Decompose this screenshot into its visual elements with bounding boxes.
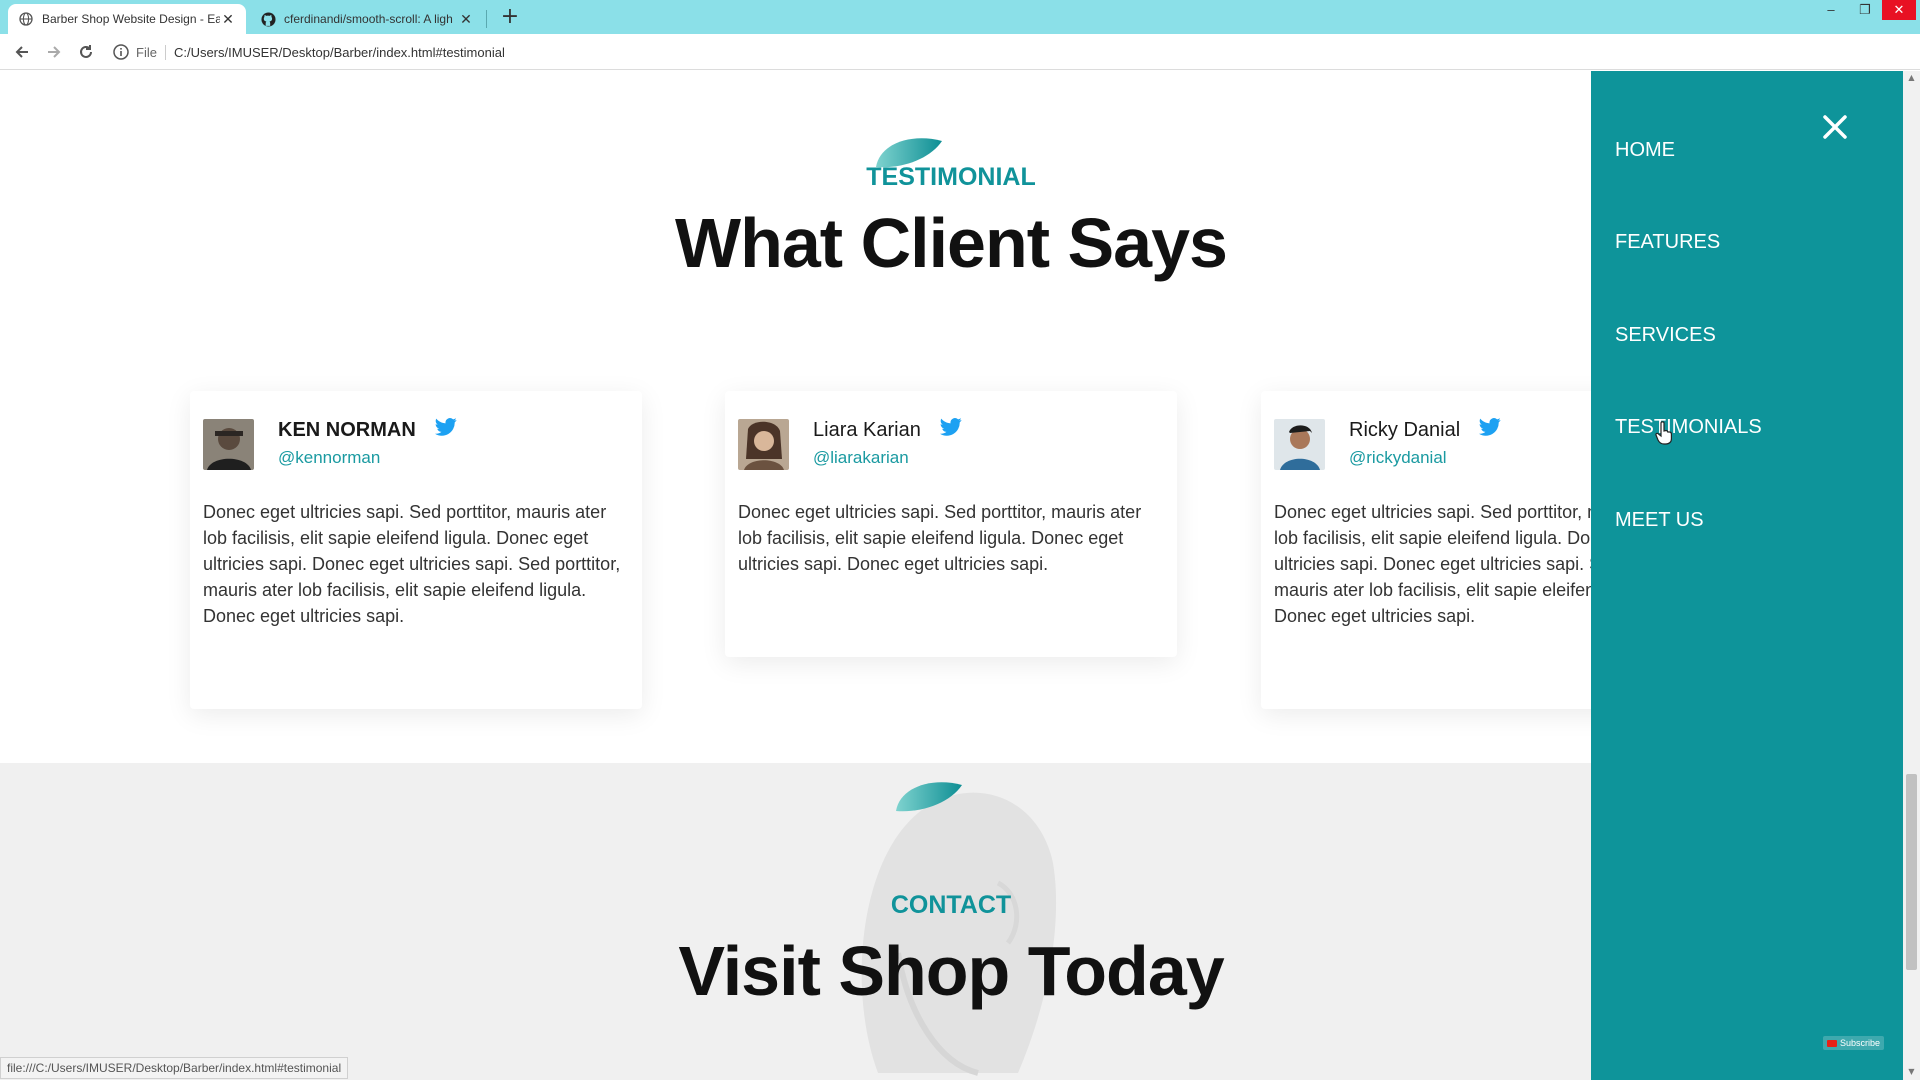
tab-separator xyxy=(486,10,487,28)
restore-button[interactable]: ❐ xyxy=(1848,0,1882,20)
twitter-icon[interactable] xyxy=(1479,417,1501,437)
testimonial-card: KEN NORMAN @kennorman Donec eget ultrici… xyxy=(190,391,642,709)
forward-arrow-icon[interactable] xyxy=(38,36,70,68)
testimonial-text: Donec eget ultricies sapi. Sed porttitor… xyxy=(738,502,1142,574)
cursor-icon xyxy=(1655,421,1672,445)
avatar xyxy=(1274,419,1325,470)
new-tab-button[interactable]: + xyxy=(497,4,523,30)
url-text[interactable]: C:/Users/IMUSER/Desktop/Barber/index.htm… xyxy=(174,45,505,60)
url-scheme: File xyxy=(136,44,166,60)
tab-barber-shop[interactable]: Barber Shop Website Design - Ea ✕ xyxy=(8,4,246,34)
nav-item-services[interactable]: SERVICES xyxy=(1615,324,1716,347)
avatar xyxy=(203,419,254,470)
tab-close-icon[interactable]: ✕ xyxy=(220,11,236,28)
contact-title: Visit Shop Today xyxy=(678,932,1224,1010)
subscribe-label: Subscribe xyxy=(1840,1038,1881,1048)
client-name: Liara Karian xyxy=(813,419,921,441)
testimonial-text: Donec eget ultricies sapi. Sed porttitor… xyxy=(203,502,621,626)
address-bar[interactable]: File C:/Users/IMUSER/Desktop/Barber/inde… xyxy=(112,38,1612,66)
info-icon[interactable] xyxy=(112,43,130,61)
twitter-icon[interactable] xyxy=(434,417,457,437)
page-viewport: TESTIMONIAL What Client Says KEN NORMAN … xyxy=(0,71,1920,1080)
globe-icon xyxy=(18,11,34,27)
avatar xyxy=(738,419,789,470)
status-bar-url: file:///C:/Users/IMUSER/Desktop/Barber/i… xyxy=(0,1057,349,1079)
back-arrow-icon[interactable] xyxy=(6,36,38,68)
client-name: Ricky Danial xyxy=(1349,419,1461,441)
nav-item-testimonials[interactable]: TESTIMONIALS xyxy=(1615,416,1762,439)
testimonial-title: What Client Says xyxy=(675,204,1228,282)
window-close-button[interactable]: ✕ xyxy=(1882,0,1916,20)
page-scrollbar[interactable]: ▲ ▼ xyxy=(1903,71,1920,1080)
testimonial-tag: TESTIMONIAL xyxy=(866,163,1036,191)
subscribe-button[interactable]: Subscribe xyxy=(1823,1036,1885,1050)
tab-title: Barber Shop Website Design - Ea xyxy=(42,12,220,26)
testimonial-card: Liara Karian @liarakarian Donec eget ult… xyxy=(725,391,1177,657)
leaf-icon xyxy=(896,782,962,812)
scroll-up-arrow[interactable]: ▲ xyxy=(1906,73,1917,83)
scroll-thumb[interactable] xyxy=(1906,774,1917,970)
contact-tag: CONTACT xyxy=(890,891,1012,919)
github-icon xyxy=(260,11,276,27)
scroll-down-arrow[interactable]: ▼ xyxy=(1906,1067,1917,1077)
main-content: TESTIMONIAL What Client Says KEN NORMAN … xyxy=(0,71,1713,1080)
nav-item-meet-us[interactable]: MEET US xyxy=(1615,509,1704,532)
client-handle[interactable]: @rickydanial xyxy=(1349,448,1501,468)
browser-tab-bar: Barber Shop Website Design - Ea ✕ cferdi… xyxy=(0,0,1920,34)
twitter-icon[interactable] xyxy=(939,417,962,437)
client-name: KEN NORMAN xyxy=(278,419,416,441)
client-handle[interactable]: @kennorman xyxy=(278,448,457,468)
tab-title: cferdinandi/smooth-scroll: A ligh xyxy=(284,12,453,26)
tab-close-icon[interactable]: ✕ xyxy=(458,11,474,28)
close-icon[interactable] xyxy=(1817,109,1853,145)
address-toolbar: File C:/Users/IMUSER/Desktop/Barber/inde… xyxy=(0,34,1920,97)
client-handle[interactable]: @liarakarian xyxy=(813,448,962,468)
reload-icon[interactable] xyxy=(70,36,102,68)
nav-item-features[interactable]: FEATURES xyxy=(1615,231,1720,254)
minimize-button[interactable]: – xyxy=(1814,0,1848,20)
nav-item-home[interactable]: HOME xyxy=(1615,139,1675,162)
barber-illustration xyxy=(861,792,1057,1076)
tab-smooth-scroll[interactable]: cferdinandi/smooth-scroll: A ligh ✕ xyxy=(250,4,484,34)
side-nav: HOME FEATURES SERVICES TESTIMONIALS MEET… xyxy=(1591,71,1903,1080)
contact-section xyxy=(0,763,1591,1080)
